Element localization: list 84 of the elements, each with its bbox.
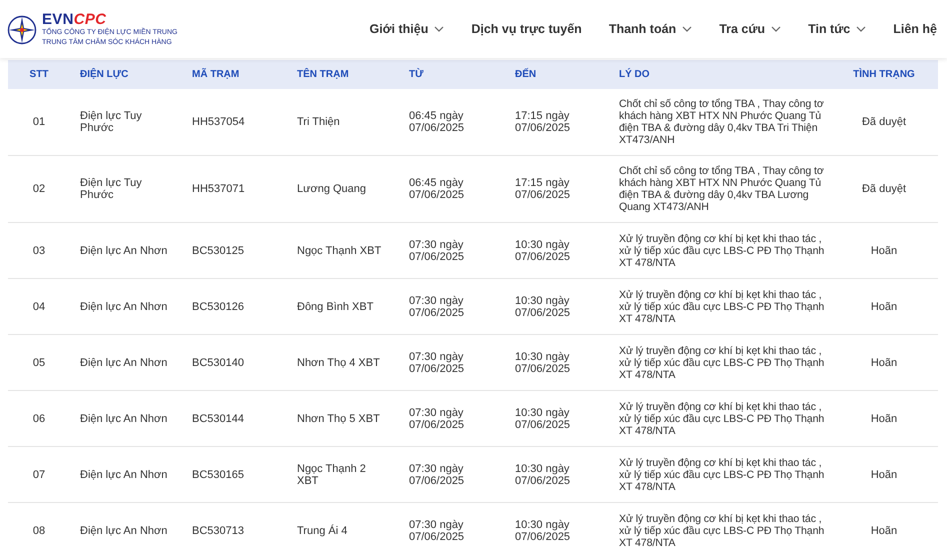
table-cell: Hoãn (830, 334, 938, 390)
brand-name: EVNCPC (42, 10, 108, 28)
table-cell: 02 (8, 156, 70, 222)
table-cell: Điện lực An Nhơn (70, 446, 182, 502)
table-cell: Chốt chỉ số công tơ tổng TBA , Thay công tơ khách hàng XBT HTX NN Phước Quang Tủ điện TBA & đường dây 0,4kv TBA Lương Quang XT473/ANH (609, 156, 830, 222)
table-cell: Xử lý truyền động cơ khí bị kẹt khi thao tác , xử lý tiếp xúc đầu cực LBS-C PĐ Thọ Thạnh XT 478/NTA (609, 278, 830, 334)
column-header: TÌNH TRẠNG (830, 60, 938, 89)
table-cell: 03 (8, 222, 70, 278)
table-cell: BC530125 (182, 222, 287, 278)
table-cell: Nhơn Thọ 5 XBT (287, 390, 399, 446)
logo-icon[interactable] (7, 14, 37, 44)
table-cell: 08 (8, 502, 70, 551)
nav-link[interactable]: Tra cứu (719, 22, 782, 36)
chevron-down-icon (771, 26, 782, 32)
column-header: MÃ TRẠM (182, 60, 287, 89)
table-cell: Điện lực An Nhơn (70, 222, 182, 278)
table-cell: 06 (8, 390, 70, 446)
table-cell: 10:30 ngày 07/06/2025 (505, 334, 609, 390)
table-cell: 07:30 ngày 07/06/2025 (399, 502, 505, 551)
table-cell: Đã duyệt (830, 89, 938, 156)
nav-link[interactable]: Dịch vụ trực tuyến (471, 22, 582, 36)
table-cell: 07:30 ngày 07/06/2025 (399, 222, 505, 278)
table-cell: Hoãn (830, 502, 938, 551)
table-cell: Điện lực An Nhơn (70, 502, 182, 551)
nav-link[interactable]: Giới thiệu (369, 22, 444, 36)
chevron-down-icon (856, 26, 866, 32)
table-cell: Xử lý truyền động cơ khí bị kẹt khi thao tác , xử lý tiếp xúc đầu cực LBS-C PĐ Thọ Thạnh XT 478/NTA (609, 390, 830, 446)
table-cell: Xử lý truyền động cơ khí bị kẹt khi thao tác , xử lý tiếp xúc đầu cực LBS-C PĐ Thọ Thạnh XT 478/NTA (609, 446, 830, 502)
table-cell: 04 (8, 278, 70, 334)
table-cell: Hoãn (830, 390, 938, 446)
table-cell: Xử lý truyền động cơ khí bị kẹt khi thao tác , xử lý tiếp xúc đầu cực LBS-C PĐ Thọ Thạnh XT 478/NTA (609, 502, 830, 551)
table-cell: HH537071 (182, 156, 287, 222)
table-cell: Điện lực Tuy Phước (70, 156, 182, 222)
table-cell: 06:45 ngày 07/06/2025 (399, 156, 505, 222)
nav-link[interactable]: Tin tức (808, 22, 866, 36)
table-cell: HH537054 (182, 89, 287, 156)
table-cell: Điện lực An Nhơn (70, 278, 182, 334)
chevron-down-icon (682, 26, 692, 32)
table-cell: 10:30 ngày 07/06/2025 (505, 390, 609, 446)
chevron-down-icon (434, 26, 444, 32)
column-header: ĐẾN (505, 60, 609, 89)
nav-link[interactable]: Thanh toán (608, 22, 692, 36)
table-cell: 07:30 ngày 07/06/2025 (399, 446, 505, 502)
table-cell: Tri Thiện (287, 89, 399, 156)
table-cell: 07 (8, 446, 70, 502)
table-cell: Ngọc Thạnh 2 XBT (287, 446, 399, 502)
table-cell: Lương Quang (287, 156, 399, 222)
table-cell: 10:30 ngày 07/06/2025 (505, 502, 609, 551)
table-cell: 07:30 ngày 07/06/2025 (399, 390, 505, 446)
table-cell: Trung Ái 4 (287, 502, 399, 551)
table-cell: Ngọc Thạnh XBT (287, 222, 399, 278)
table-cell: 07:30 ngày 07/06/2025 (399, 278, 505, 334)
column-header: ĐIỆN LỰC (70, 60, 182, 89)
table-cell: Chốt chỉ số công tơ tổng TBA , Thay công tơ khách hàng XBT HTX NN Phước Quang Tủ điện TBA & đường dây 0,4kv TBA Tri Thiện XT473/ANH (609, 89, 830, 156)
table-cell: Điện lực Tuy Phước (70, 89, 182, 156)
table-cell: Xử lý truyền động cơ khí bị kẹt khi thao tác , xử lý tiếp xúc đầu cực LBS-C PĐ Thọ Thạnh XT 478/NTA (609, 334, 830, 390)
table-cell: Hoãn (830, 446, 938, 502)
table-cell: 10:30 ngày 07/06/2025 (505, 278, 609, 334)
table-cell: 17:15 ngày 07/06/2025 (505, 89, 609, 156)
column-header: LÝ DO (609, 60, 830, 89)
table-cell: 07:30 ngày 07/06/2025 (399, 334, 505, 390)
table-cell: Nhơn Thọ 4 XBT (287, 334, 399, 390)
table-cell: BC530165 (182, 446, 287, 502)
column-header: TÊN TRẠM (287, 60, 399, 89)
table-cell: BC530126 (182, 278, 287, 334)
table-cell: 05 (8, 334, 70, 390)
table-cell: Hoãn (830, 222, 938, 278)
table-cell: 10:30 ngày 07/06/2025 (505, 446, 609, 502)
table-cell: Điện lực An Nhơn (70, 390, 182, 446)
nav-link[interactable]: Liên hệ (893, 22, 937, 36)
table-cell: Điện lực An Nhơn (70, 334, 182, 390)
table-cell: 06:45 ngày 07/06/2025 (399, 89, 505, 156)
table-cell: Hoãn (830, 278, 938, 334)
table-cell: BC530713 (182, 502, 287, 551)
table-cell: 17:15 ngày 07/06/2025 (505, 156, 609, 222)
table-cell: Xử lý truyền động cơ khí bị kẹt khi thao tác , xử lý tiếp xúc đầu cực LBS-C PĐ Thọ Thạnh XT 478/NTA (609, 222, 830, 278)
table-cell: BC530140 (182, 334, 287, 390)
table-cell: 10:30 ngày 07/06/2025 (505, 222, 609, 278)
table-cell: Đông Bình XBT (287, 278, 399, 334)
column-header: STT (8, 60, 70, 89)
table-cell: BC530144 (182, 390, 287, 446)
table-cell: 01 (8, 89, 70, 156)
column-header: TỪ (399, 60, 505, 89)
table-cell: Đã duyệt (830, 156, 938, 222)
